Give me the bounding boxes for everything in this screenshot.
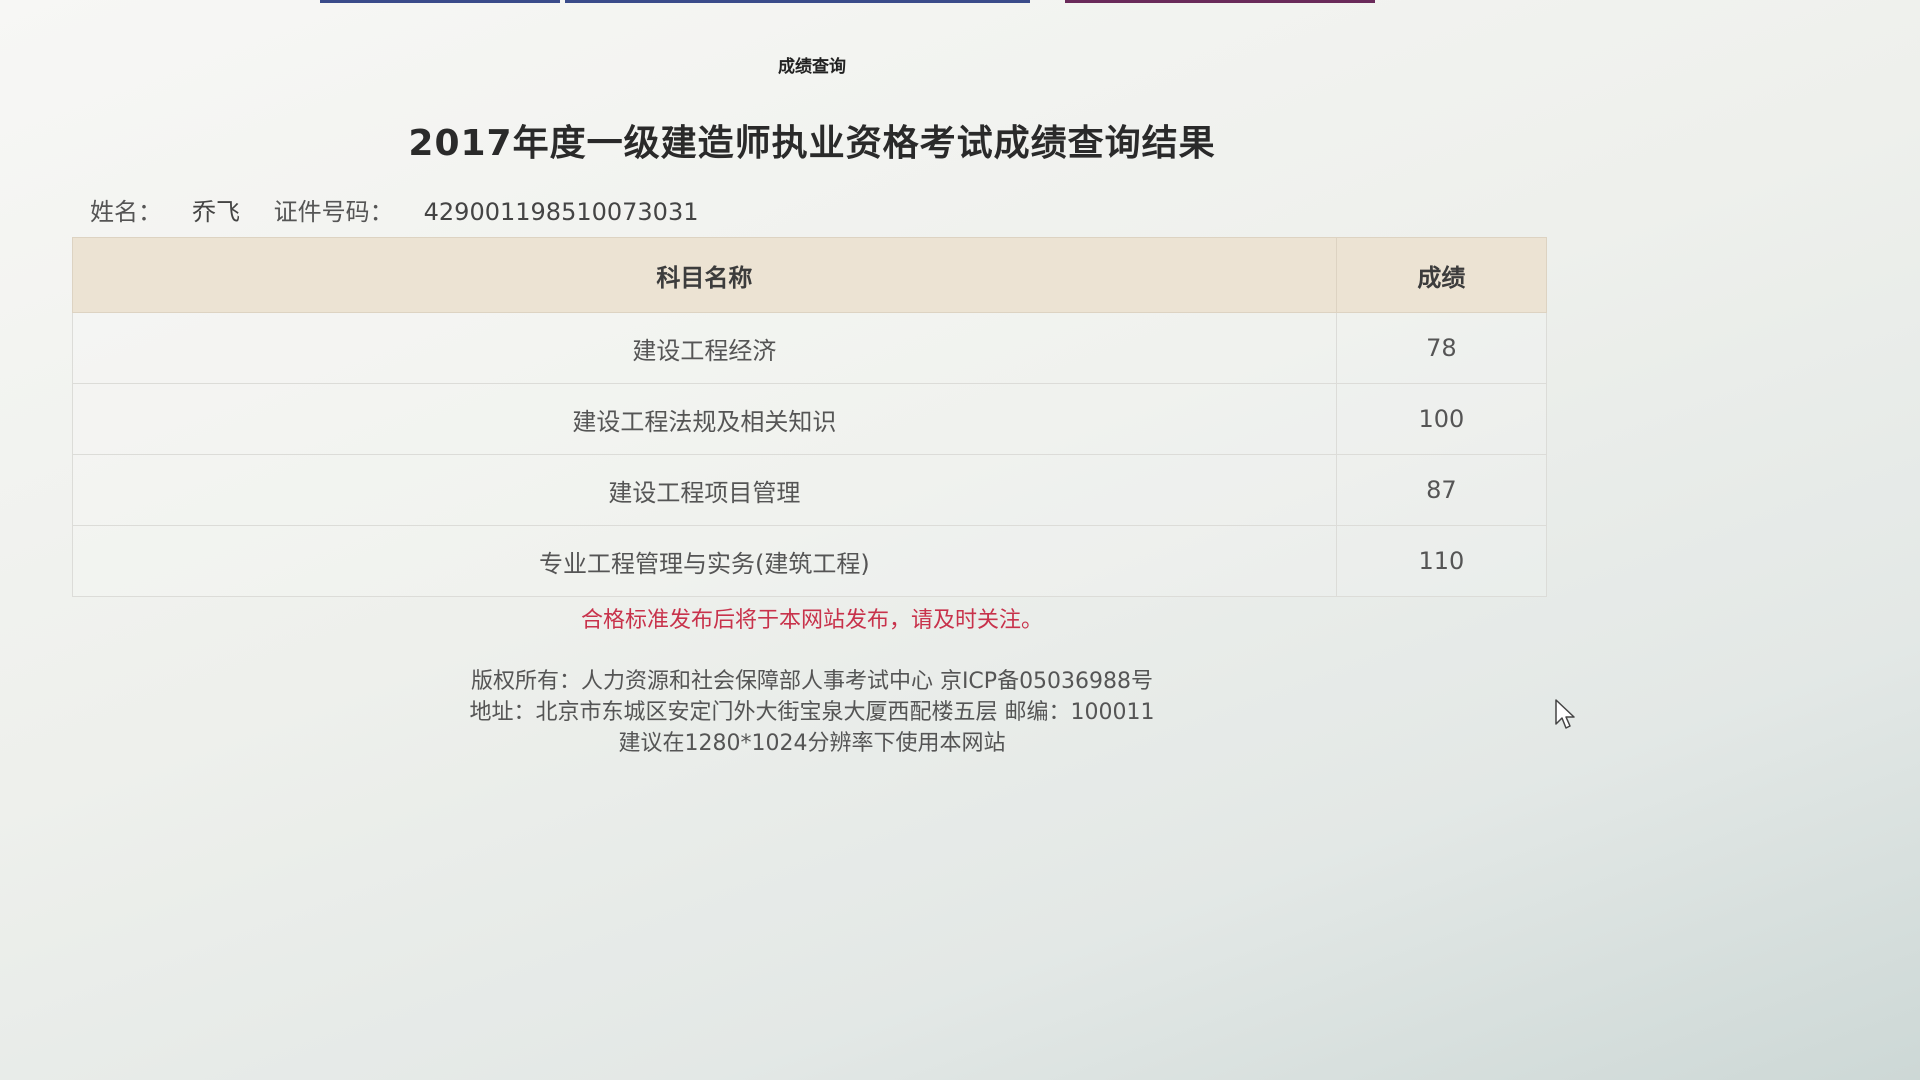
page-subtitle: 成绩查询: [778, 57, 846, 77]
id-label: 证件号码：: [273, 198, 394, 226]
page-title: 2017年度一级建造师执业资格考试成绩查询结果: [408, 123, 1216, 164]
footer-copyright: 版权所有：人力资源和社会保障部人事考试中心 京ICP备05036988号: [470, 669, 1154, 694]
name-label: 姓名：: [90, 198, 162, 226]
subject-cell: 建设工程经济: [72, 312, 1337, 384]
pass-standard-notice: 合格标准发布后将于本网站发布，请及时关注。: [580, 608, 1043, 633]
table-row: 建设工程经济 78: [72, 312, 1548, 384]
subject-cell: 建设工程法规及相关知识: [72, 383, 1337, 455]
top-nav-link-1[interactable]: [320, 0, 560, 3]
score-cell: 100: [1335, 383, 1548, 455]
table-header-row: 科目名称 成绩: [72, 237, 1548, 313]
column-header-score: 成绩: [1335, 237, 1548, 313]
subject-cell: 专业工程管理与实务(建筑工程): [72, 525, 1337, 597]
score-cell: 87: [1335, 454, 1548, 526]
mouse-cursor-icon: [1555, 699, 1575, 729]
candidate-info: 姓名： 乔飞 证件号码： 429001198510073031: [90, 192, 725, 227]
subject-cell: 建设工程项目管理: [72, 454, 1337, 526]
top-nav-link-3[interactable]: [1065, 0, 1375, 3]
candidate-id-number: 429001198510073031: [423, 198, 699, 226]
column-header-subject: 科目名称: [72, 237, 1337, 313]
top-nav-links: [320, 0, 1380, 4]
table-row: 专业工程管理与实务(建筑工程) 110: [72, 525, 1548, 597]
candidate-name: 乔飞: [192, 198, 240, 226]
top-nav-link-2[interactable]: [565, 0, 1030, 3]
footer-resolution-hint: 建议在1280*1024分辨率下使用本网站: [618, 731, 1006, 756]
score-cell: 78: [1335, 312, 1548, 384]
table-row: 建设工程法规及相关知识 100: [72, 383, 1548, 455]
score-cell: 110: [1335, 525, 1548, 597]
table-row: 建设工程项目管理 87: [72, 454, 1548, 526]
footer: 版权所有：人力资源和社会保障部人事考试中心 京ICP备05036988号 地址：…: [0, 666, 1624, 759]
footer-address: 地址：北京市东城区安定门外大街宝泉大厦西配楼五层 邮编：100011: [469, 700, 1155, 725]
score-table: 科目名称 成绩 建设工程经济 78 建设工程法规及相关知识 100 建设工程项目…: [72, 237, 1548, 597]
